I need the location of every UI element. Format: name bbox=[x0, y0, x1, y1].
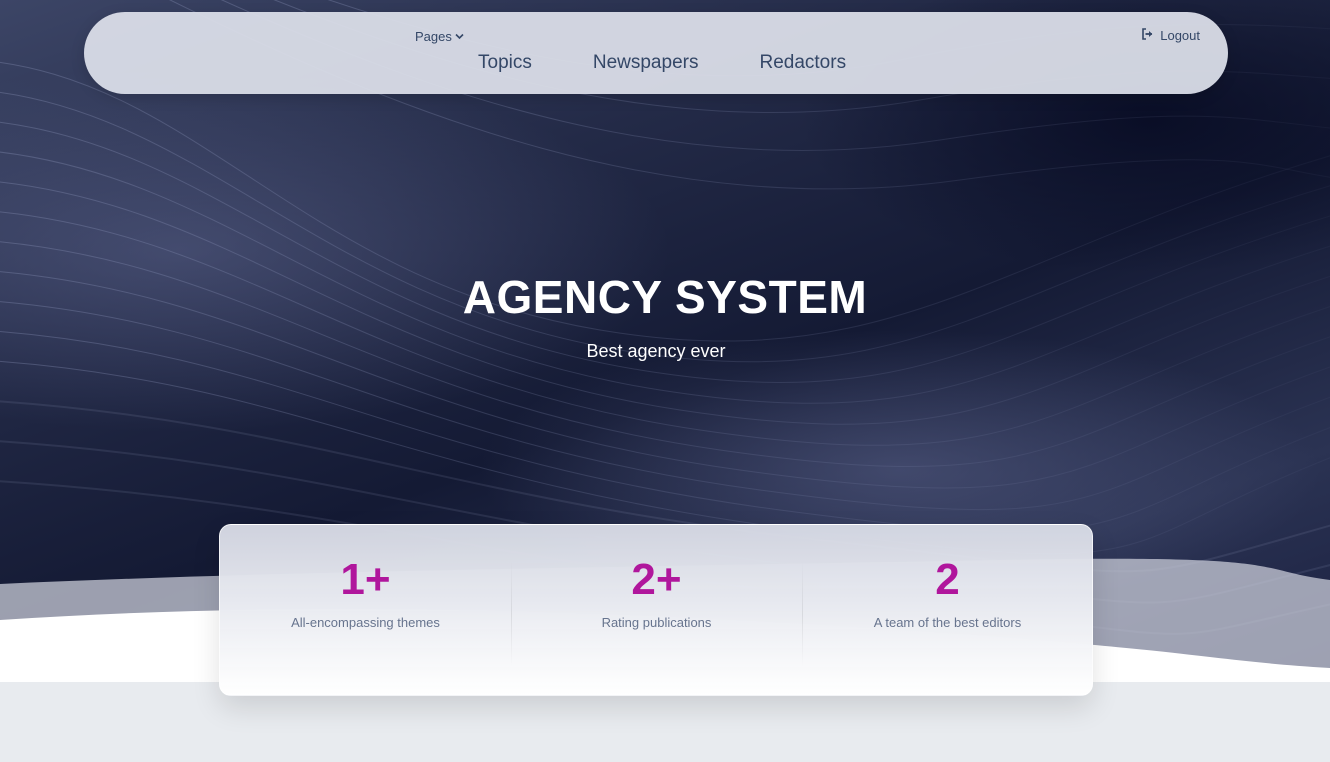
stat-value: 2+ bbox=[631, 555, 682, 604]
stat-label: Rating publications bbox=[601, 615, 712, 630]
stat-themes: 1+ All-encompassing themes bbox=[220, 525, 511, 697]
nav-link-redactors[interactable]: Redactors bbox=[759, 52, 846, 74]
pages-dropdown[interactable]: Pages bbox=[415, 29, 464, 44]
page: Pages Topics Newspapers Redactors Logout… bbox=[0, 0, 1330, 762]
hero-subtitle: Best agency ever bbox=[586, 341, 726, 361]
logout-label: Logout bbox=[1160, 28, 1200, 43]
stat-label: A team of the best editors bbox=[873, 615, 1022, 630]
hero-title: AGENCY SYSTEM bbox=[462, 271, 868, 323]
nav-links: Topics Newspapers Redactors bbox=[478, 52, 846, 74]
stats-card: 1+ All-encompassing themes 2+ Rating pub… bbox=[219, 524, 1093, 696]
stat-publications: 2+ Rating publications bbox=[511, 525, 802, 697]
logout-button[interactable]: Logout bbox=[1141, 28, 1200, 43]
stat-label: All-encompassing themes bbox=[291, 615, 440, 630]
nav-link-newspapers[interactable]: Newspapers bbox=[593, 52, 699, 74]
stat-value: 1+ bbox=[340, 555, 391, 604]
logout-icon bbox=[1141, 28, 1154, 43]
stat-value: 2 bbox=[935, 555, 960, 604]
pages-dropdown-label: Pages bbox=[415, 29, 452, 44]
nav-link-topics[interactable]: Topics bbox=[478, 52, 532, 74]
top-navbar: Pages Topics Newspapers Redactors Logout bbox=[84, 12, 1228, 94]
stat-editors: 2 A team of the best editors bbox=[802, 525, 1093, 697]
chevron-down-icon bbox=[455, 33, 464, 40]
